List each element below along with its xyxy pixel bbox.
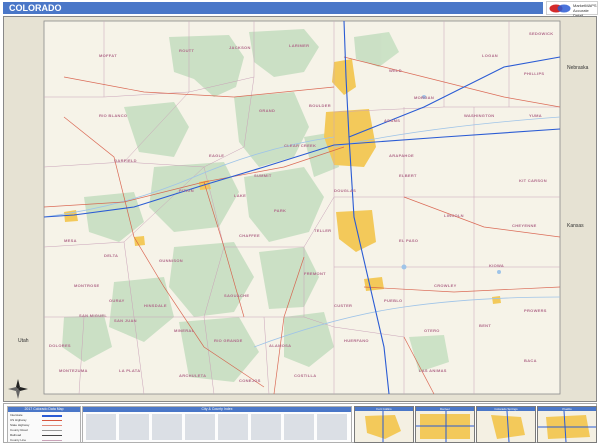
county-label: GRAND [259, 108, 275, 113]
county-label: JACKSON [229, 45, 251, 50]
county-label: LA PLATA [119, 368, 140, 373]
county-label: ELBERT [399, 173, 417, 178]
colorado-map[interactable]: MOFFAT ROUTT JACKSON LARIMER WELD LOGAN … [3, 16, 597, 402]
county-label: SAGUACHE [224, 293, 249, 298]
inset-map[interactable]: Denver [415, 406, 475, 443]
county-label: MINERAL [174, 328, 195, 333]
county-label: GUNNISON [159, 258, 183, 263]
legend-row: US Highway [10, 418, 78, 422]
county-label: MOFFAT [99, 53, 117, 58]
county-label: OTERO [424, 328, 440, 333]
county-label: LOGAN [482, 53, 498, 58]
county-label: SAN JUAN [114, 318, 137, 323]
county-label: KIT CARSON [519, 178, 547, 183]
county-label: PHILLIPS [524, 71, 544, 76]
county-label: CHEYENNE [512, 223, 537, 228]
wyoming-strip [44, 17, 504, 21]
county-label: HUERFANO [344, 338, 369, 343]
inset-canvas [538, 411, 596, 442]
county-label: ALAMOSA [269, 343, 291, 348]
county-label: RIO BLANCO [99, 113, 127, 118]
county-label: RIO GRANDE [214, 338, 243, 343]
county-label: DOUGLAS [334, 188, 356, 193]
county-label: OURAY [109, 298, 125, 303]
county-label: CROWLEY [434, 283, 457, 288]
county-label: LINCOLN [444, 213, 464, 218]
legend-row: County Road [10, 428, 78, 432]
county-label: ADAMS [384, 118, 400, 123]
city-index: City & County Index [82, 406, 352, 443]
county-label: MONTEZUMA [59, 368, 88, 373]
utah-area [4, 17, 44, 401]
county-label: ARCHULETA [179, 373, 206, 378]
county-label: YUMA [529, 113, 542, 118]
inset-canvas [365, 411, 401, 442]
county-label: WASHINGTON [464, 113, 494, 118]
kansas-label: Kansas [567, 223, 584, 229]
market-maps-logo: MarketMAPS Accurate Detail [546, 1, 598, 18]
county-label: PITKIN [179, 188, 194, 193]
county-label: HINSDALE [144, 303, 167, 308]
logo-mark-icon [549, 4, 571, 13]
county-label: CUSTER [334, 303, 352, 308]
inset-map[interactable]: Fort Collins [354, 406, 414, 443]
county-label: DELTA [104, 253, 118, 258]
county-label: BOULDER [309, 103, 331, 108]
county-label: KIOWA [489, 263, 504, 268]
inset-canvas [491, 411, 525, 442]
legend-row: Railroad [10, 433, 78, 437]
county-label: ROUTT [179, 48, 195, 53]
county-label: MESA [64, 238, 77, 243]
county-label: FREMONT [304, 271, 326, 276]
map-legend: 2017 Colorado Data Map Interstate US Hig… [7, 406, 81, 443]
legend-row: State Highway [10, 423, 78, 427]
county-label: DOLORES [49, 343, 71, 348]
county-label: PARK [274, 208, 286, 213]
inset-canvas [416, 411, 474, 442]
county-label: PROWERS [524, 308, 547, 313]
county-label: TELLER [314, 228, 331, 233]
county-label: GARFIELD [114, 158, 137, 163]
county-label: CLEAR CREEK [284, 143, 316, 148]
county-label: LAKE [234, 193, 246, 198]
legend-row: Interstate [10, 413, 78, 417]
county-label: EAGLE [209, 153, 224, 158]
inset-map[interactable]: Pueblo [537, 406, 597, 443]
county-label: SUMMIT [254, 173, 272, 178]
map-title: COLORADO [3, 2, 543, 14]
inset-map[interactable]: Colorado Springs [476, 406, 536, 443]
nebraska-label: Nebraska [567, 65, 589, 71]
county-label: LARIMER [289, 43, 309, 48]
county-label: PUEBLO [384, 298, 402, 303]
county-label: CONEJOS [239, 378, 261, 383]
county-label: ARAPAHOE [389, 153, 414, 158]
county-label: LAS ANIMAS [419, 368, 447, 373]
index-columns [86, 414, 347, 440]
county-label: EL PASO [399, 238, 418, 243]
county-label: SAN MIGUEL [79, 313, 107, 318]
county-label: MORGAN [414, 95, 434, 100]
county-label: COSTILLA [294, 373, 316, 378]
county-label: MONTROSE [74, 283, 100, 288]
legend-title: 2017 Colorado Data Map [8, 407, 80, 412]
nebraska-kansas-area [560, 17, 596, 401]
county-label: CHAFFEE [239, 233, 260, 238]
county-label: SEDGWICK [529, 31, 553, 36]
utah-label: Utah [18, 338, 29, 344]
legend-row: County Line [10, 438, 78, 442]
south-strip [44, 394, 560, 401]
county-label: BACA [524, 358, 537, 363]
county-label: BENT [479, 323, 491, 328]
map-footer: 2017 Colorado Data Map Interstate US Hig… [3, 403, 597, 443]
county-label: WELD [389, 68, 402, 73]
map-canvas: MOFFAT ROUTT JACKSON LARIMER WELD LOGAN … [4, 17, 596, 401]
